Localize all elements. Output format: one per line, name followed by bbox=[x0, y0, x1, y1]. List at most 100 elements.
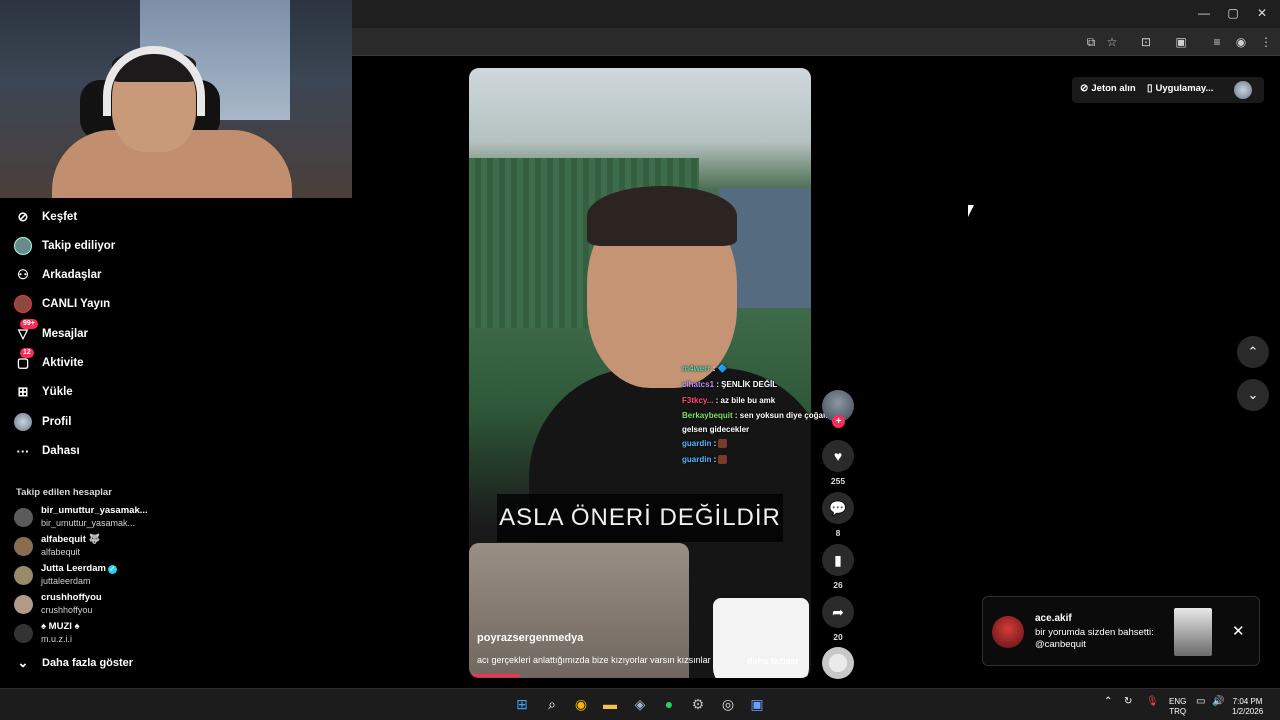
sidebar-item-profile[interactable]: Profil bbox=[14, 410, 71, 434]
share-button[interactable]: ➦ bbox=[822, 596, 854, 628]
chat-message: gelsen gidecekler bbox=[682, 425, 750, 434]
avatar bbox=[14, 623, 33, 643]
windows-start-icon[interactable]: ⊞ bbox=[512, 694, 532, 714]
sidebar-item-following[interactable]: Takip ediliyor bbox=[14, 234, 115, 258]
sync-icon[interactable]: ↻ bbox=[1124, 697, 1132, 707]
clock[interactable]: 7:04 PM 1/2/2026 bbox=[1232, 697, 1263, 717]
chrome-icon[interactable]: ◉ bbox=[571, 694, 591, 714]
followed-account[interactable]: ♠ MUZI ♠ m.u.z.i.i bbox=[14, 619, 80, 647]
verified-icon: ✓ bbox=[107, 565, 117, 574]
sidebar-item-label: Arkadaşlar bbox=[42, 269, 102, 281]
menu-icon[interactable]: ⋮ bbox=[1257, 33, 1275, 51]
follow-plus-icon[interactable]: + bbox=[832, 415, 845, 428]
share-icon: ➦ bbox=[832, 603, 844, 620]
install-icon[interactable]: ⧉ bbox=[1082, 33, 1100, 51]
notification-user[interactable]: ace.akif bbox=[1035, 613, 1072, 624]
sidebar-item-label: Takip ediliyor bbox=[42, 240, 116, 252]
sidebar-item-explore[interactable]: ⊘ Keşfet bbox=[14, 205, 78, 229]
chevron-down-icon: ⌄ bbox=[1247, 387, 1259, 402]
account-name: Jutta Leerdam bbox=[41, 563, 106, 574]
sidebar-item-friends[interactable]: ⚇ Arkadaşlar bbox=[14, 263, 101, 287]
close-icon[interactable]: ✕ bbox=[1232, 622, 1245, 640]
account-handle: m.u.z.i.i bbox=[41, 634, 73, 644]
messages-badge: 99+ bbox=[20, 319, 38, 329]
profile-icon[interactable]: ◉ bbox=[1232, 33, 1250, 51]
volume-icon[interactable]: 🔊 bbox=[1212, 697, 1224, 707]
get-app-button[interactable]: ▯ Uygulamay... bbox=[1147, 83, 1213, 94]
video-person-hair bbox=[587, 186, 737, 246]
save-button[interactable]: ▮ bbox=[822, 544, 854, 576]
emote-icon bbox=[718, 439, 728, 449]
coin-icon: ⊘ bbox=[1080, 83, 1089, 94]
tray-chevron-icon[interactable]: ⌃ bbox=[1104, 697, 1112, 707]
show-more-button[interactable]: ⌄ Daha fazla göster bbox=[14, 651, 134, 675]
sidebar-item-label: Keşfet bbox=[42, 211, 78, 223]
get-app-label: Uygulamay... bbox=[1155, 83, 1214, 94]
music-disc-icon[interactable] bbox=[822, 647, 854, 679]
save-count: 26 bbox=[833, 580, 843, 590]
avatar bbox=[14, 536, 33, 556]
sidebar-item-label: CANLI Yayın bbox=[42, 298, 111, 310]
phone-icon: ▯ bbox=[1147, 83, 1153, 94]
account-handle: alfabequit bbox=[41, 547, 81, 557]
clock-date: 1/2/2026 bbox=[1232, 707, 1264, 716]
browser-titlebar bbox=[352, 0, 1280, 28]
sidebar-item-upload[interactable]: ⊞ Yükle bbox=[14, 380, 73, 404]
notification-message: bir yorumda sizden bahsetti: @canbequit bbox=[1035, 627, 1154, 650]
chat-message: cihatcs1 : ŞENLİK DEĞİL bbox=[682, 380, 778, 389]
account-handle: bir_umuttur_yasamak... bbox=[41, 518, 136, 528]
previous-video-button[interactable]: ⌃ bbox=[1237, 336, 1269, 368]
video-progress-bar[interactable] bbox=[469, 674, 521, 677]
webcam-overlay bbox=[0, 0, 352, 198]
steam-icon[interactable]: ◈ bbox=[630, 694, 650, 714]
search-icon[interactable]: ⌕ bbox=[542, 694, 562, 714]
maximize-button[interactable]: ▢ bbox=[1223, 6, 1243, 20]
sidebar-item-label: Profil bbox=[42, 416, 72, 428]
chat-message: Berkaybequit : sen yoksun diye çoğaldıla… bbox=[682, 411, 843, 420]
language-indicator[interactable]: ENG TRQ bbox=[1169, 697, 1186, 717]
followed-accounts-title: Takip edilen hesaplar bbox=[16, 487, 112, 498]
sidebar-item-activity[interactable]: ▢ 12 Aktivite bbox=[14, 348, 84, 375]
close-window-button[interactable]: ✕ bbox=[1252, 6, 1272, 20]
activity-badge: 12 bbox=[20, 348, 34, 358]
comment-icon: 💬 bbox=[829, 499, 847, 516]
minimize-button[interactable]: — bbox=[1194, 6, 1214, 20]
more-icon: ··· bbox=[16, 443, 30, 459]
file-explorer-icon[interactable]: ▬ bbox=[600, 694, 620, 714]
spotify-icon[interactable]: ● bbox=[659, 694, 679, 714]
video-player[interactable]: ASLA ÖNERİ DEĞİLDİR poyrazsergenmedya ac… bbox=[469, 68, 811, 678]
media-icon[interactable]: ≡ bbox=[1208, 33, 1226, 51]
account-name: ♠ MUZI ♠ bbox=[41, 621, 80, 632]
like-button[interactable]: ♥ bbox=[822, 440, 854, 472]
live-avatar-icon bbox=[14, 295, 32, 313]
sidebar-item-live[interactable]: CANLI Yayın bbox=[14, 292, 110, 316]
followed-account[interactable]: crushhoffyou crushhoffyou bbox=[14, 590, 102, 618]
get-coins-button[interactable]: ⊘ Jeton alın bbox=[1080, 83, 1136, 94]
next-video-button[interactable]: ⌄ bbox=[1237, 379, 1269, 411]
comment-button[interactable]: 💬 bbox=[822, 492, 854, 524]
account-name: bir_umuttur_yasamak... bbox=[41, 505, 148, 516]
settings-icon[interactable]: ⚙ bbox=[688, 694, 708, 714]
get-coins-label: Jeton alın bbox=[1091, 83, 1136, 94]
app-icon[interactable]: ▣ bbox=[747, 694, 767, 714]
chat-message: F3tkcy... : az bile bu amk bbox=[682, 396, 776, 405]
obs-icon[interactable]: ◎ bbox=[718, 694, 738, 714]
followed-account[interactable]: alfabequit 🐺 alfabequit bbox=[14, 532, 100, 560]
sidebar-item-more[interactable]: ··· Dahası bbox=[14, 439, 80, 463]
avatar bbox=[14, 565, 33, 585]
user-avatar[interactable] bbox=[1234, 81, 1252, 99]
network-icon[interactable]: ▭ bbox=[1196, 697, 1205, 707]
star-icon[interactable]: ☆ bbox=[1103, 33, 1121, 51]
sidebar-item-messages[interactable]: ▽ 99+ Mesajlar bbox=[14, 319, 88, 346]
notification-thumbnail[interactable] bbox=[1174, 608, 1212, 656]
followed-account[interactable]: Jutta Leerdam ✓ juttaleerdam bbox=[14, 561, 117, 589]
messages-icon: ▽ 99+ bbox=[14, 319, 38, 343]
split-icon[interactable]: ▣ bbox=[1172, 33, 1190, 51]
followed-account[interactable]: bir_umuttur_yasamak... bir_umuttur_yasama… bbox=[14, 503, 148, 531]
extensions-icon[interactable]: ⊡ bbox=[1137, 33, 1155, 51]
video-author[interactable]: poyrazsergenmedya bbox=[477, 632, 583, 644]
chevron-up-icon: ⌃ bbox=[1247, 344, 1259, 359]
more-link[interactable]: daha fazlası bbox=[747, 656, 798, 666]
microphone-icon[interactable]: 🎙 bbox=[1146, 697, 1159, 707]
activity-icon: ▢ 12 bbox=[14, 348, 34, 372]
